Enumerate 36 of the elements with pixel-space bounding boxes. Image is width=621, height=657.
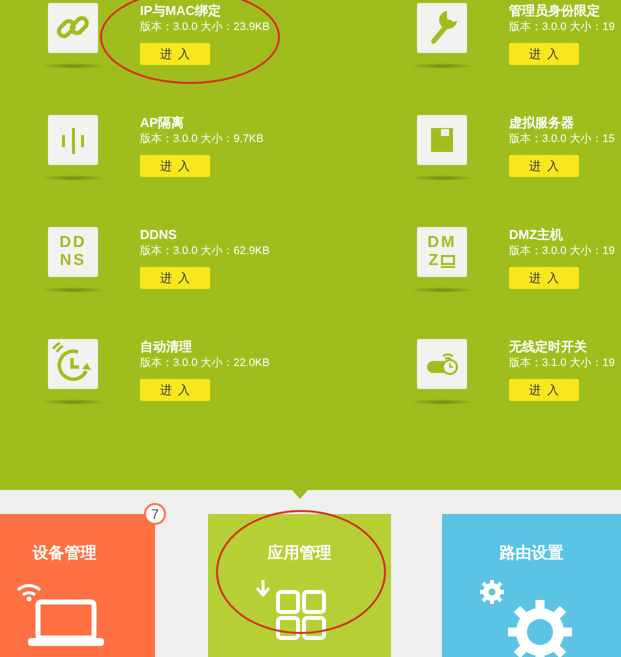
enter-button[interactable]: 进入 <box>140 155 210 177</box>
enter-button[interactable]: 进入 <box>140 379 210 401</box>
app-title: DDNS <box>140 227 177 243</box>
app-title: AP隔离 <box>140 115 184 131</box>
dmz-icon: DM Z <box>417 227 467 277</box>
app-info: 版本：3.1.0 大小：19 <box>509 356 615 371</box>
link-icon <box>48 3 98 53</box>
enter-button[interactable]: 进入 <box>509 267 579 289</box>
app-title: 虚拟服务器 <box>509 115 574 131</box>
count-badge: 7 <box>144 503 166 525</box>
app-title: 管理员身份限定 <box>509 3 600 19</box>
app-title: IP与MAC绑定 <box>140 3 221 19</box>
ddns-icon: DD NS <box>48 227 98 277</box>
app-info: 版本：3.0.0 大小：23.9KB <box>140 20 270 35</box>
bars-icon <box>48 115 98 165</box>
enter-button[interactable]: 进入 <box>140 267 210 289</box>
app-info: 版本：3.0.0 大小：22.0KB <box>140 356 270 371</box>
monitor-icon <box>441 254 456 268</box>
tile-label: 路由设置 <box>498 544 564 564</box>
enter-button[interactable]: 进入 <box>140 43 210 65</box>
tile-label: 应用管理 <box>266 544 332 564</box>
app-title: 自动清理 <box>140 339 192 355</box>
app-title: 无线定时开关 <box>509 339 587 355</box>
app-info: 版本：3.0.0 大小：19 <box>509 244 615 259</box>
app-info: 版本：3.0.0 大小：19 <box>509 20 615 35</box>
enter-button[interactable]: 进入 <box>509 155 579 177</box>
app-title: DMZ主机 <box>509 227 564 243</box>
clock-icon <box>48 339 98 389</box>
app-info: 版本：3.0.0 大小：62.9KB <box>140 244 270 259</box>
tile-label: 设备管理 <box>31 544 98 564</box>
app-info: 版本：3.0.0 大小：9.7KB <box>140 132 264 147</box>
enter-button[interactable]: 进入 <box>509 379 579 401</box>
app-info: 版本：3.0.0 大小：15 <box>509 132 615 147</box>
wrench-icon <box>417 3 467 53</box>
toggle-icon <box>417 339 467 389</box>
enter-button[interactable]: 进入 <box>509 43 579 65</box>
